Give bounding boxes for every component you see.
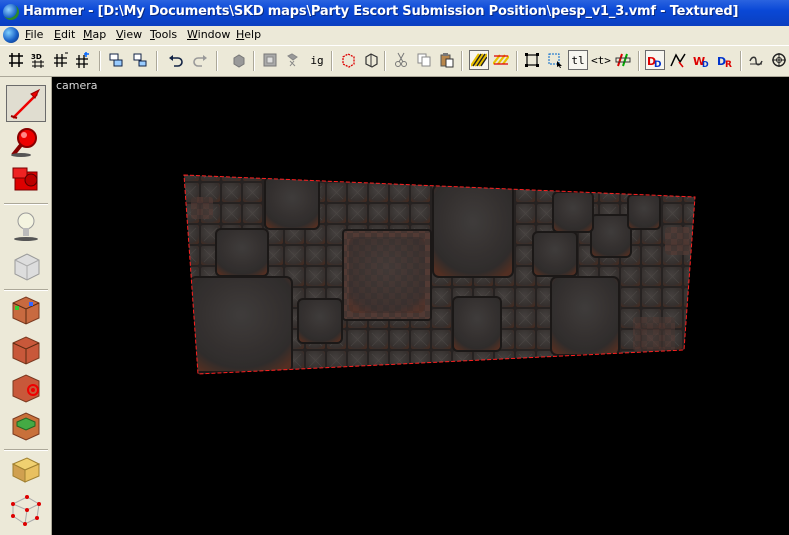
menu-edit[interactable]: Edit <box>54 28 75 41</box>
toolbar-separator <box>331 51 333 71</box>
smaller-grid-icon[interactable] <box>51 51 69 69</box>
decal-tool-icon[interactable] <box>6 369 46 406</box>
copy-icon[interactable] <box>415 51 433 69</box>
displacement-buildable-icon[interactable]: DR <box>716 51 734 69</box>
3d-grid-icon[interactable]: 3D <box>29 51 47 69</box>
menu-window[interactable]: Window <box>187 28 230 41</box>
toggle-texture-scaling-lock-icon[interactable] <box>492 51 510 69</box>
main-toolbar: 3D ig tl <t> D D W D D R <box>0 45 789 77</box>
menu-help[interactable]: Help <box>236 28 261 41</box>
svg-text:3D: 3D <box>31 53 42 61</box>
redo-icon[interactable] <box>191 51 209 69</box>
paste-icon[interactable] <box>438 51 456 69</box>
svg-text:R: R <box>725 60 732 68</box>
entity-tool-icon[interactable] <box>6 207 46 244</box>
radar-icon[interactable] <box>770 51 788 69</box>
hide-selected-icon[interactable] <box>284 51 302 69</box>
svg-text:D: D <box>654 60 661 68</box>
toolbar-separator <box>253 51 255 71</box>
menu-tools[interactable]: Tools <box>150 28 177 41</box>
displacement-walkable-icon[interactable] <box>669 51 687 69</box>
toggle-helpers-button[interactable]: <t> <box>591 51 611 69</box>
camera-tool-icon[interactable] <box>6 161 46 198</box>
palette-separator <box>4 203 48 205</box>
menu-file[interactable]: File <box>25 28 43 41</box>
carve-icon[interactable] <box>230 51 248 69</box>
clipping-tool-icon[interactable] <box>6 451 46 488</box>
title-bar: Hammer - [D:\My Documents\SKD maps\Party… <box>0 0 789 26</box>
toolbar-separator <box>638 51 640 71</box>
undo-icon[interactable] <box>167 51 185 69</box>
overlay-tool-icon[interactable] <box>6 407 46 444</box>
selected-brush-wall[interactable] <box>53 77 789 535</box>
window-title: Hammer - [D:\My Documents\SKD maps\Party… <box>23 4 739 19</box>
toolbar-separator <box>156 51 158 71</box>
viewport-label: camera <box>56 79 98 92</box>
larger-grid-icon[interactable] <box>73 51 91 69</box>
toolbar-separator <box>461 51 463 71</box>
toolbar-separator <box>384 51 386 71</box>
menu-map[interactable]: Map <box>83 28 106 41</box>
toggle-models-in-2d-icon[interactable] <box>614 51 632 69</box>
cut-icon[interactable] <box>392 51 410 69</box>
displacement-select-icon[interactable]: DD <box>645 50 665 70</box>
apply-current-texture-icon[interactable] <box>6 331 46 368</box>
ungroup-icon[interactable] <box>131 51 149 69</box>
svg-text:D: D <box>702 60 709 68</box>
block-tool-icon[interactable] <box>6 247 46 284</box>
texture-application-tool-icon[interactable] <box>6 291 46 328</box>
toolbar-separator <box>740 51 742 71</box>
cordon-icon[interactable] <box>747 51 765 69</box>
toolbar-separator <box>216 51 218 71</box>
document-system-icon[interactable] <box>3 27 19 43</box>
group-icon[interactable] <box>107 51 125 69</box>
toggle-selection-handles-icon[interactable] <box>523 51 541 69</box>
toggle-auto-selection-button[interactable]: tl <box>568 50 588 70</box>
vertex-manipulation-tool-icon[interactable] <box>6 491 46 528</box>
selection-tool-icon[interactable] <box>6 85 46 122</box>
ignore-groups-button[interactable]: ig <box>308 51 326 69</box>
tool-palette <box>0 77 52 535</box>
menu-view[interactable]: View <box>116 28 142 41</box>
menu-bar: File Edit Map View Tools Window Help <box>0 26 789 45</box>
hammer-app-icon[interactable] <box>3 4 19 20</box>
selection-to-brush-icon[interactable] <box>339 51 357 69</box>
camera-viewport[interactable]: camera <box>53 77 789 535</box>
hollow-icon[interactable] <box>261 51 279 69</box>
grid-toggle-icon[interactable] <box>7 51 25 69</box>
toolbar-separator <box>516 51 518 71</box>
tie-to-entity-icon[interactable] <box>362 51 380 69</box>
toolbar-separator <box>99 51 101 71</box>
toggle-select-by-handles-icon[interactable] <box>546 51 564 69</box>
magnify-tool-icon[interactable] <box>6 123 46 160</box>
displacement-walk-icon[interactable]: WD <box>692 51 710 69</box>
toggle-texture-lock-icon[interactable] <box>469 50 489 70</box>
